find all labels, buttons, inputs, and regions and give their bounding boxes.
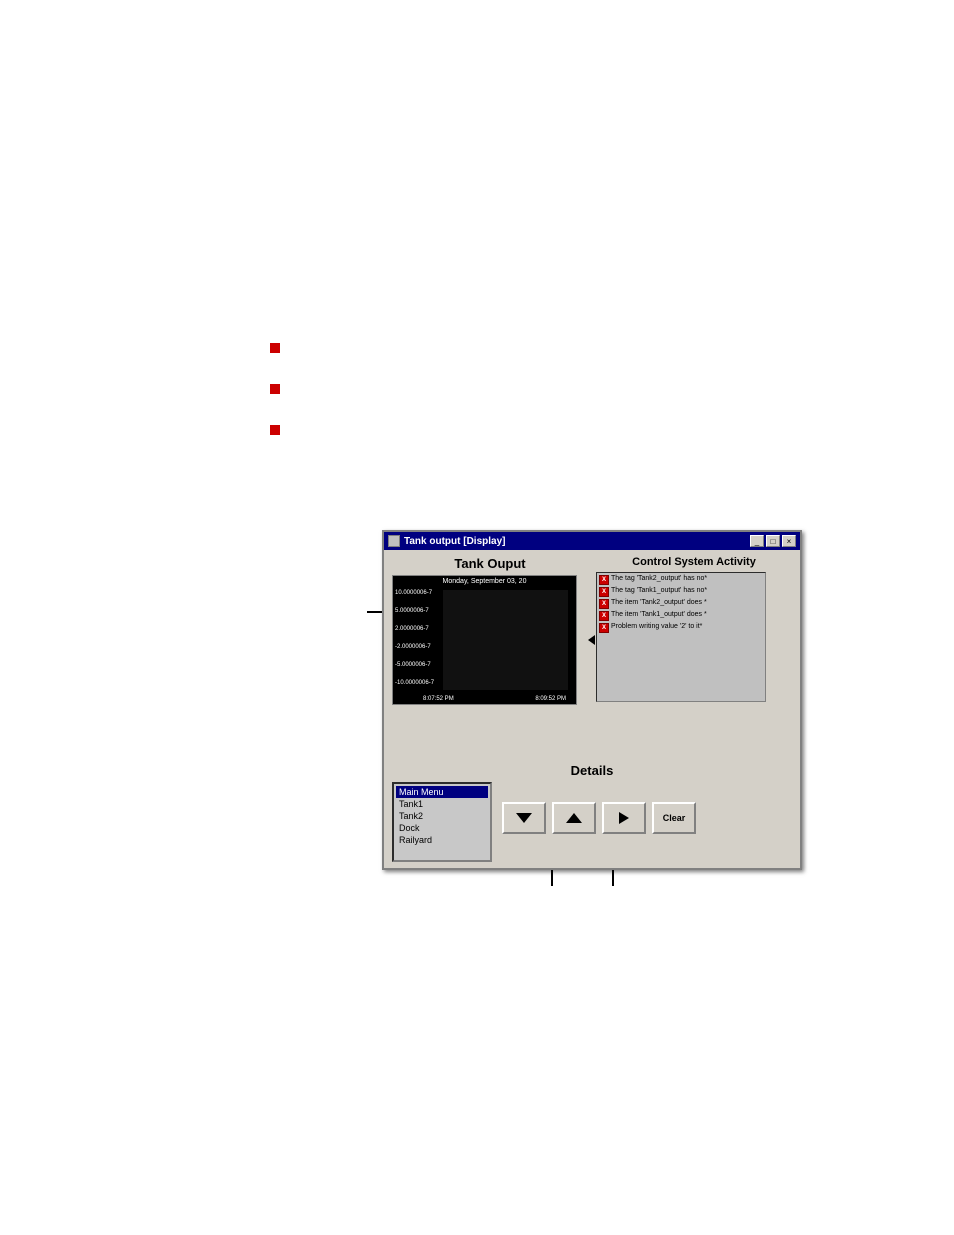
enter-button[interactable]: [602, 802, 646, 834]
details-menu[interactable]: Main Menu Tank1 Tank2 Dock Railyard: [392, 782, 492, 862]
window-title: Tank output [Display]: [404, 536, 505, 547]
details-title: Details: [392, 763, 792, 778]
window-app-icon: [388, 535, 400, 547]
activity-icon-5: X: [599, 623, 609, 633]
chart-y-labels: 10.0000006-7 5.0000006-7 2.0000006-7 -2.…: [395, 590, 434, 686]
details-buttons: Clear: [502, 802, 696, 834]
y-label-6: -10.0000006-7: [395, 680, 434, 686]
control-system-section: Control System Activity X The tag 'Tank2…: [596, 556, 792, 757]
clear-button[interactable]: Clear: [652, 802, 696, 834]
activity-item-4: X The item 'Tank1_output' does *: [599, 611, 763, 621]
up-arrow-icon: [566, 813, 582, 823]
enter-icon: [619, 812, 629, 824]
activity-item-2: X The tag 'Tank1_output' has no*: [599, 587, 763, 597]
chart-plot-area: [443, 590, 568, 690]
menu-item-tank2[interactable]: Tank2: [396, 810, 488, 822]
window-controls[interactable]: _ □ ×: [750, 535, 796, 547]
details-content: Main Menu Tank1 Tank2 Dock Railyard: [392, 782, 792, 862]
tank-output-window: Tank output [Display] _ □ × Tank Ouput M…: [382, 530, 802, 870]
menu-item-dock[interactable]: Dock: [396, 822, 488, 834]
top-section: Tank Ouput Monday, September 03, 20 10.0…: [392, 556, 792, 757]
minimize-button[interactable]: _: [750, 535, 764, 547]
activity-list: X The tag 'Tank2_output' has no* X The t…: [596, 572, 766, 702]
x-label-2: 8:09:52 PM: [535, 696, 566, 702]
y-label-2: 5.0000006-7: [395, 608, 434, 614]
bullet-item-3: [270, 422, 290, 435]
down-button[interactable]: [502, 802, 546, 834]
activity-text-3: The item 'Tank2_output' does *: [611, 599, 707, 607]
activity-icon-2: X: [599, 587, 609, 597]
y-label-5: -5.0000006-7: [395, 662, 434, 668]
title-left: Tank output [Display]: [388, 535, 505, 547]
activity-icon-1: X: [599, 575, 609, 585]
activity-icon-4: X: [599, 611, 609, 621]
bullet-icon-2: [270, 384, 280, 394]
close-button[interactable]: ×: [782, 535, 796, 547]
bullet-list: [270, 340, 290, 463]
chart-date: Monday, September 03, 20: [443, 578, 527, 585]
y-label-4: -2.0000006-7: [395, 644, 434, 650]
bullet-item-2: [270, 381, 290, 394]
menu-item-main-menu[interactable]: Main Menu: [396, 786, 488, 798]
bullet-icon-1: [270, 343, 280, 353]
up-button[interactable]: [552, 802, 596, 834]
chart-x-labels: 8:07:52 PM 8:09:52 PM: [423, 696, 566, 702]
activity-text-5: Problem writing value '2' to it*: [611, 623, 702, 631]
maximize-button[interactable]: □: [766, 535, 780, 547]
down-arrow-icon: [516, 813, 532, 823]
tank-output-title: Tank Ouput: [392, 556, 588, 571]
x-label-1: 8:07:52 PM: [423, 696, 454, 702]
menu-item-tank1[interactable]: Tank1: [396, 798, 488, 810]
activity-text-2: The tag 'Tank1_output' has no*: [611, 587, 707, 595]
details-section: Details Main Menu Tank1 Tank2 Dock Raily…: [392, 763, 792, 862]
y-label-3: 2.0000006-7: [395, 626, 434, 632]
activity-item-1: X The tag 'Tank2_output' has no*: [599, 575, 763, 585]
arrow-line-1: [551, 868, 553, 886]
menu-item-railyard[interactable]: Railyard: [396, 834, 488, 846]
window-content: Tank Ouput Monday, September 03, 20 10.0…: [384, 550, 800, 868]
activity-text-1: The tag 'Tank2_output' has no*: [611, 575, 707, 583]
activity-icon-3: X: [599, 599, 609, 609]
window-titlebar: Tank output [Display] _ □ ×: [384, 532, 800, 550]
tank-output-chart: Monday, September 03, 20 10.0000006-7 5.…: [392, 575, 577, 705]
tank-output-section: Tank Ouput Monday, September 03, 20 10.0…: [392, 556, 588, 757]
activity-text-4: The item 'Tank1_output' does *: [611, 611, 707, 619]
bullet-item-1: [270, 340, 290, 353]
arrow-line-2: [612, 868, 614, 886]
activity-item-5: X Problem writing value '2' to it*: [599, 623, 763, 633]
bullet-icon-3: [270, 425, 280, 435]
control-system-title: Control System Activity: [596, 556, 792, 568]
activity-item-3: X The item 'Tank2_output' does *: [599, 599, 763, 609]
y-label-1: 10.0000006-7: [395, 590, 434, 596]
